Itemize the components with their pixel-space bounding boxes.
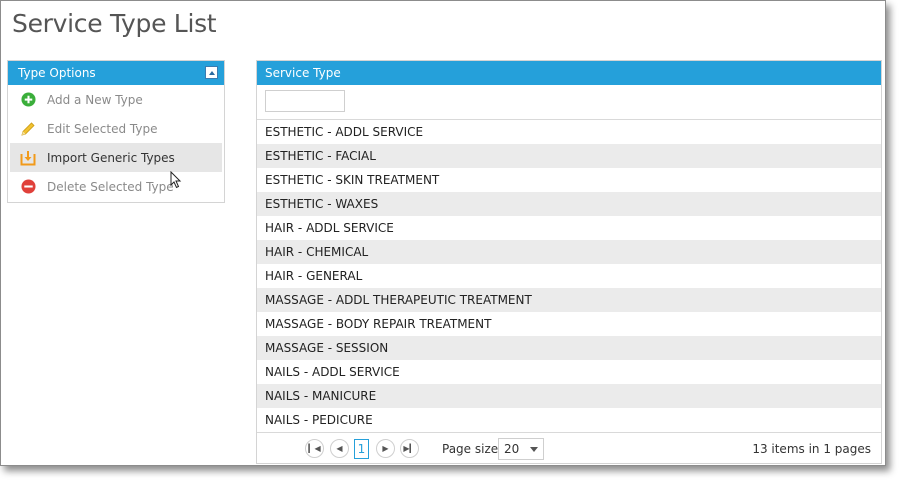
prev-page-icon: ◀ bbox=[336, 444, 343, 453]
table-row[interactable]: MASSAGE - BODY REPAIR TREATMENT bbox=[257, 312, 881, 336]
pager: ▎◀ ◀ 1 ▶ ▶▎ Page size: 20 13 items in 1 … bbox=[257, 432, 881, 464]
type-options-panel: Type Options Add a New Type Edit Selecte… bbox=[7, 60, 225, 203]
add-new-type-label: Add a New Type bbox=[47, 92, 143, 107]
table-row[interactable]: HAIR - GENERAL bbox=[257, 264, 881, 288]
first-page-button[interactable]: ▎◀ bbox=[305, 439, 324, 458]
table-row[interactable]: MASSAGE - SESSION bbox=[257, 336, 881, 360]
table-row[interactable]: ESTHETIC - FACIAL bbox=[257, 144, 881, 168]
table-row[interactable]: ESTHETIC - SKIN TREATMENT bbox=[257, 168, 881, 192]
last-page-button[interactable]: ▶▎ bbox=[400, 439, 419, 458]
grid-body: ESTHETIC - ADDL SERVICE ESTHETIC - FACIA… bbox=[257, 120, 881, 432]
table-row[interactable]: NAILS - MANICURE bbox=[257, 384, 881, 408]
page-size-select[interactable]: 20 bbox=[498, 438, 544, 460]
table-row[interactable]: HAIR - CHEMICAL bbox=[257, 240, 881, 264]
type-options-title: Type Options bbox=[18, 66, 96, 80]
filter-row bbox=[257, 85, 881, 120]
page-size-value: 20 bbox=[504, 442, 520, 456]
import-generic-types-button[interactable]: Import Generic Types bbox=[10, 143, 222, 172]
filter-input[interactable] bbox=[265, 90, 345, 112]
table-row[interactable]: ESTHETIC - WAXES bbox=[257, 192, 881, 216]
delete-selected-type-button[interactable]: Delete Selected Type bbox=[8, 172, 224, 201]
delete-icon bbox=[20, 179, 36, 195]
service-type-grid: Service Type ESTHETIC - ADDL SERVICE EST… bbox=[256, 60, 882, 464]
page-info: 13 items in 1 pages bbox=[752, 442, 871, 456]
pencil-icon bbox=[20, 121, 36, 137]
add-icon bbox=[20, 92, 36, 108]
last-page-icon: ▶▎ bbox=[403, 444, 416, 453]
mouse-cursor-icon bbox=[170, 170, 182, 193]
page-title: Service Type List bbox=[12, 9, 217, 38]
prev-page-button[interactable]: ◀ bbox=[330, 439, 349, 458]
first-page-icon: ▎◀ bbox=[308, 444, 321, 453]
import-icon bbox=[20, 150, 36, 166]
next-page-icon: ▶ bbox=[382, 444, 389, 453]
column-header-service-type[interactable]: Service Type bbox=[257, 61, 881, 85]
table-row[interactable]: NAILS - PEDICURE bbox=[257, 408, 881, 432]
edit-selected-type-button[interactable]: Edit Selected Type bbox=[8, 114, 224, 143]
page-size-label: Page size: bbox=[442, 442, 503, 456]
add-new-type-button[interactable]: Add a New Type bbox=[8, 85, 224, 114]
column-header-label: Service Type bbox=[265, 66, 341, 80]
type-options-header: Type Options bbox=[8, 61, 224, 85]
next-page-button[interactable]: ▶ bbox=[376, 439, 395, 458]
delete-selected-type-label: Delete Selected Type bbox=[47, 179, 174, 194]
type-options-menu: Add a New Type Edit Selected Type Import… bbox=[8, 85, 224, 201]
table-row[interactable]: MASSAGE - ADDL THERAPEUTIC TREATMENT bbox=[257, 288, 881, 312]
table-row[interactable]: ESTHETIC - ADDL SERVICE bbox=[257, 120, 881, 144]
current-page-button[interactable]: 1 bbox=[354, 439, 369, 459]
collapse-button[interactable] bbox=[205, 66, 218, 79]
table-row[interactable]: HAIR - ADDL SERVICE bbox=[257, 216, 881, 240]
chevron-down-icon bbox=[530, 447, 538, 452]
table-row[interactable]: NAILS - ADDL SERVICE bbox=[257, 360, 881, 384]
edit-selected-type-label: Edit Selected Type bbox=[47, 121, 158, 136]
window: Service Type List Type Options Add a New… bbox=[0, 0, 886, 466]
chevron-up-icon bbox=[208, 70, 215, 75]
import-generic-types-label: Import Generic Types bbox=[47, 150, 175, 165]
